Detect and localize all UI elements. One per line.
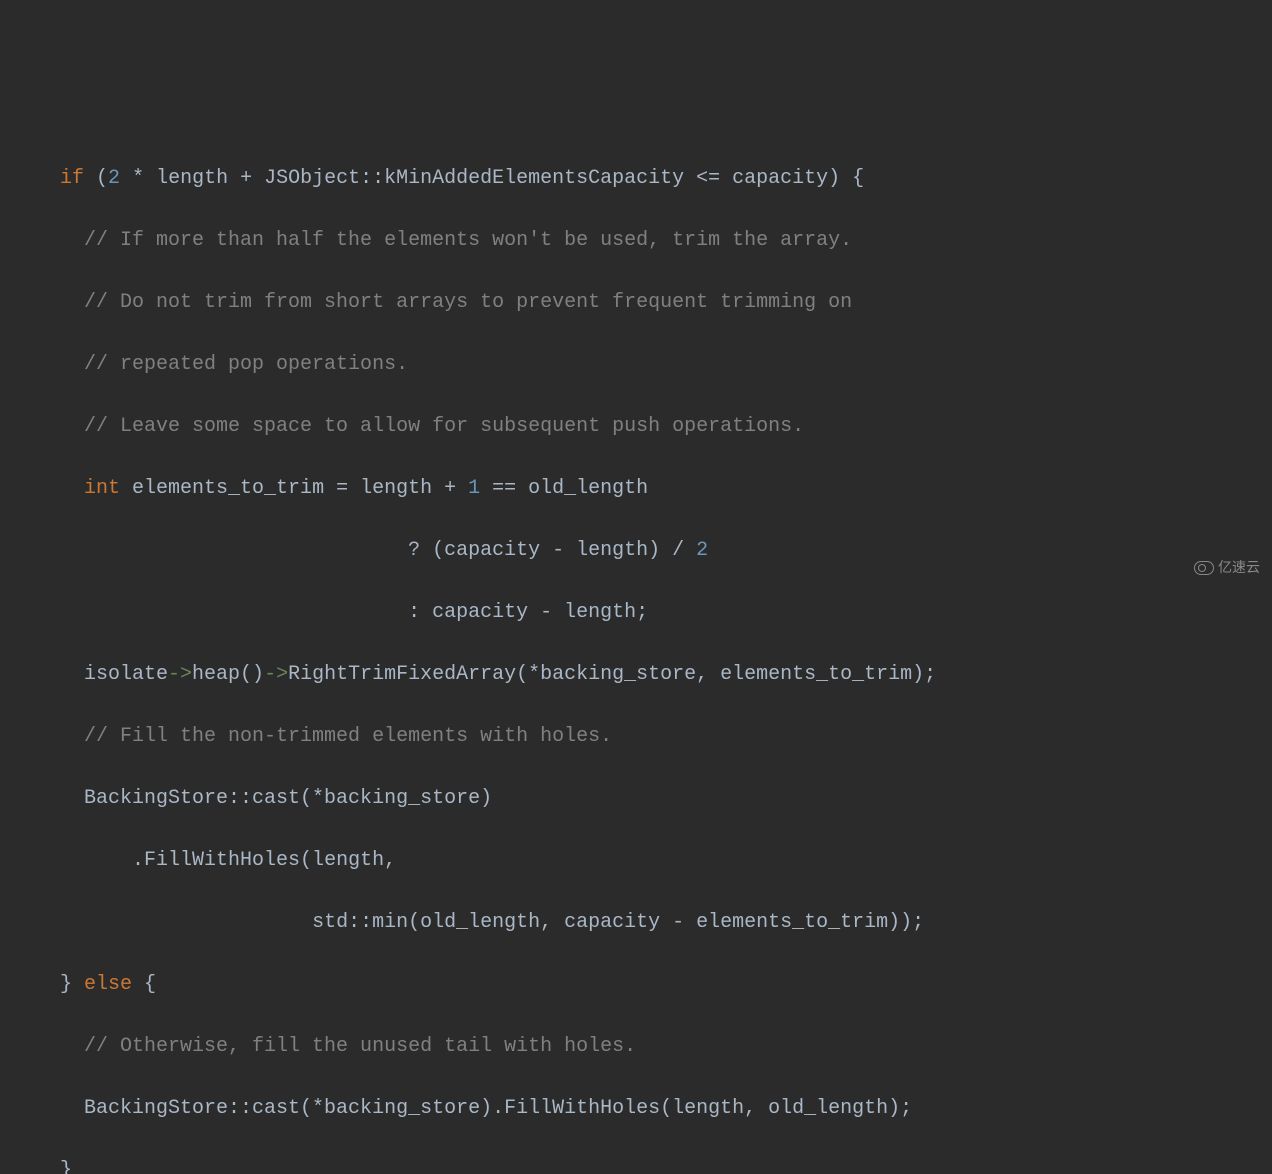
arrow-operator: -> — [264, 663, 288, 686]
code-block: if (2 * length + JSObject::kMinAddedElem… — [0, 132, 1272, 1174]
code-line-2: // If more than half the elements won't … — [0, 225, 1272, 256]
comment: // Leave some space to allow for subsequ… — [84, 415, 804, 438]
keyword-int: int — [84, 477, 120, 500]
code-line-9: isolate->heap()->RightTrimFixedArray(*ba… — [0, 659, 1272, 690]
code-line-1: if (2 * length + JSObject::kMinAddedElem… — [0, 163, 1272, 194]
comment: // Fill the non-trimmed elements with ho… — [84, 725, 612, 748]
code-line-14: } else { — [0, 969, 1272, 1000]
watermark-text: 亿速云 — [1218, 557, 1260, 579]
code-line-11: BackingStore::cast(*backing_store) — [0, 783, 1272, 814]
number-literal: 1 — [468, 477, 480, 500]
code-line-17: } — [0, 1155, 1272, 1174]
comment: // Otherwise, fill the unused tail with … — [84, 1035, 636, 1058]
code-line-8: : capacity - length; — [0, 597, 1272, 628]
arrow-operator: -> — [168, 663, 192, 686]
code-line-13: std::min(old_length, capacity - elements… — [0, 907, 1272, 938]
keyword-else: else — [84, 973, 132, 996]
code-line-6: int elements_to_trim = length + 1 == old… — [0, 473, 1272, 504]
number-literal: 2 — [108, 167, 120, 190]
comment: // Do not trim from short arrays to prev… — [84, 291, 852, 314]
comment: // repeated pop operations. — [84, 353, 408, 376]
code-line-7: ? (capacity - length) / 2 — [0, 535, 1272, 566]
code-line-4: // repeated pop operations. — [0, 349, 1272, 380]
cloud-icon — [1194, 561, 1214, 575]
code-line-16: BackingStore::cast(*backing_store).FillW… — [0, 1093, 1272, 1124]
keyword-if: if — [60, 167, 84, 190]
code-line-5: // Leave some space to allow for subsequ… — [0, 411, 1272, 442]
code-line-3: // Do not trim from short arrays to prev… — [0, 287, 1272, 318]
code-line-15: // Otherwise, fill the unused tail with … — [0, 1031, 1272, 1062]
code-line-10: // Fill the non-trimmed elements with ho… — [0, 721, 1272, 752]
number-literal: 2 — [696, 539, 708, 562]
comment: // If more than half the elements won't … — [84, 229, 852, 252]
watermark: 亿速云 — [1194, 557, 1260, 579]
code-line-12: .FillWithHoles(length, — [0, 845, 1272, 876]
